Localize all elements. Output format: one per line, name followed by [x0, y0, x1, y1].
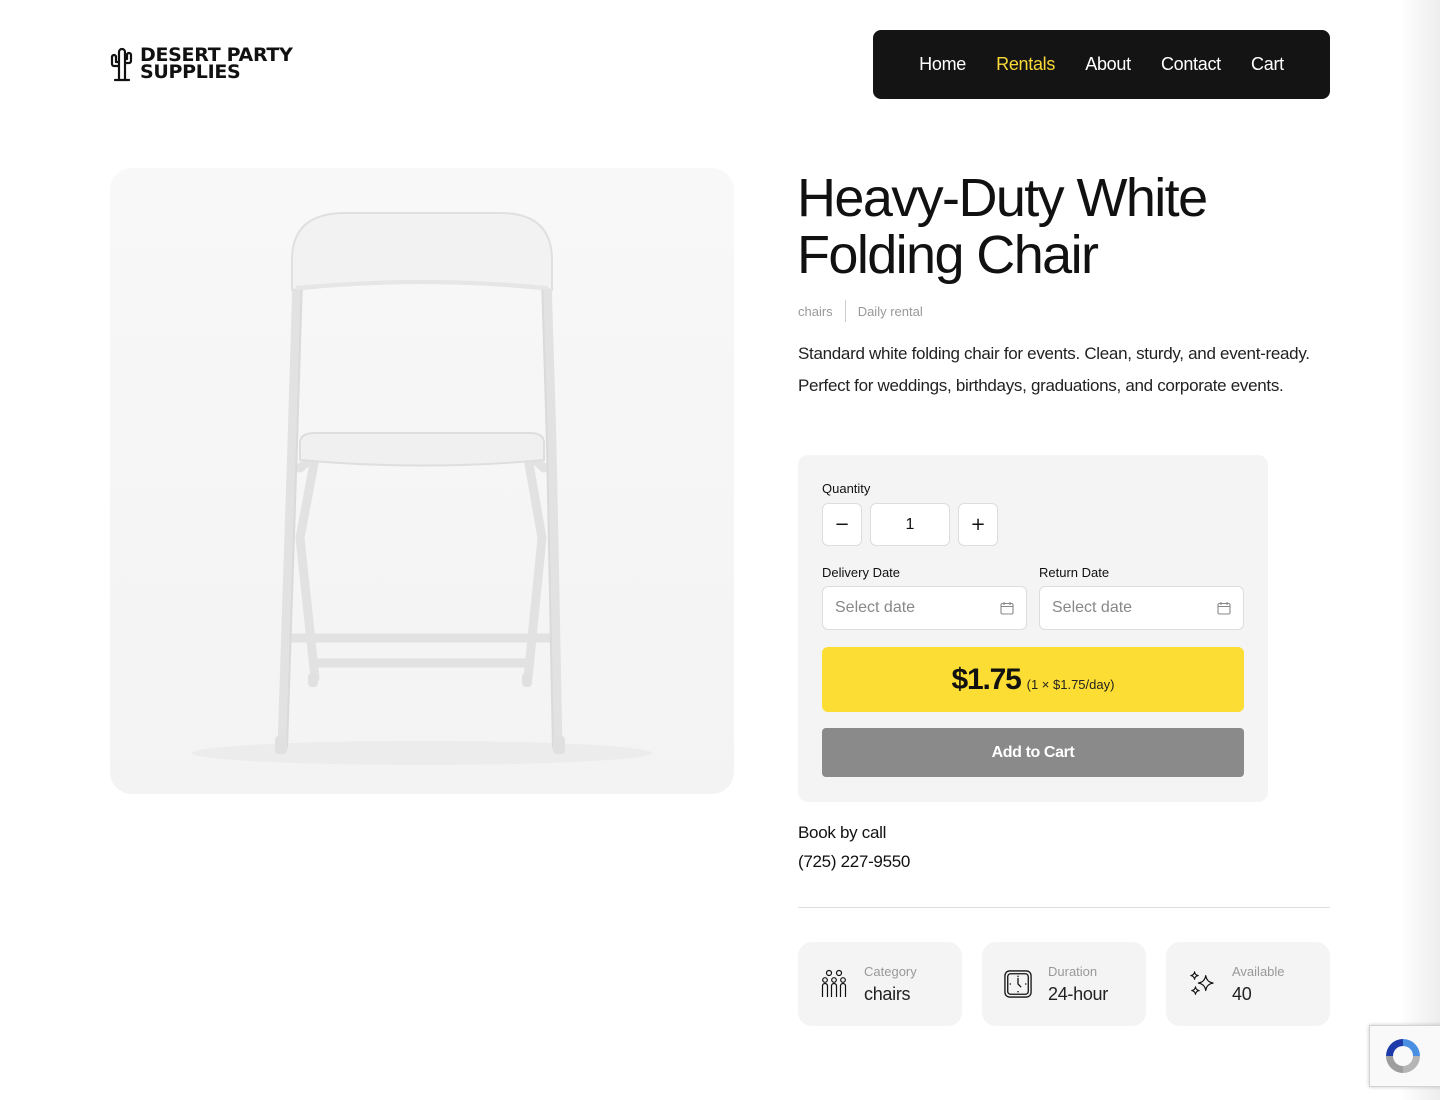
- nav-home[interactable]: Home: [919, 54, 966, 75]
- calendar-icon[interactable]: [1000, 601, 1014, 615]
- folding-chair-illustration: [110, 168, 734, 794]
- decrement-button[interactable]: −: [822, 503, 862, 546]
- main-nav: Home Rentals About Contact Cart: [873, 30, 1330, 99]
- price-summary: $1.75 (1 × $1.75/day): [822, 647, 1244, 712]
- stat-duration: Duration 24-hour: [982, 942, 1146, 1026]
- rental-type-tag: Daily rental: [857, 303, 923, 319]
- stat-available-value: 40: [1232, 983, 1252, 1004]
- calendar-icon[interactable]: [1217, 601, 1231, 615]
- recaptcha-badge[interactable]: [1369, 1025, 1440, 1087]
- increment-button[interactable]: +: [958, 503, 998, 546]
- nav-about[interactable]: About: [1085, 54, 1131, 75]
- recaptcha-icon: [1386, 1039, 1420, 1073]
- booking-panel: Quantity − + Delivery Date Select date R…: [798, 455, 1268, 802]
- total-price: $1.75: [951, 663, 1022, 696]
- meta-divider: [844, 300, 846, 322]
- product-description: Standard white folding chair for events.…: [798, 344, 1310, 395]
- brand-name: DESERT PARTY SUPPLIES: [140, 46, 293, 83]
- stat-available-label: Available: [1232, 963, 1285, 979]
- people-icon: [820, 969, 848, 998]
- brand-logo[interactable]: DESERT PARTY SUPPLIES: [108, 46, 293, 82]
- stat-category-value: chairs: [864, 983, 911, 1004]
- nav-cart[interactable]: Cart: [1251, 54, 1284, 75]
- brand-name-line2: SUPPLIES: [140, 61, 241, 83]
- book-by-call: Book by call (725) 227-9550: [798, 818, 910, 876]
- delivery-date-field[interactable]: Select date: [822, 586, 1027, 630]
- sparkle-icon: [1188, 970, 1216, 998]
- stat-duration-value: 24-hour: [1048, 983, 1108, 1004]
- book-by-call-label: Book by call: [798, 823, 887, 842]
- price-breakdown: (1 × $1.75/day): [1026, 677, 1115, 692]
- product-title: Heavy-Duty White Folding Chair: [797, 168, 1208, 285]
- return-date-label: Return Date: [1039, 565, 1110, 580]
- quantity-input[interactable]: [870, 503, 950, 546]
- phone-number[interactable]: (725) 227-9550: [798, 847, 910, 876]
- section-divider: [798, 907, 1330, 908]
- return-date-field[interactable]: Select date: [1039, 586, 1244, 630]
- clock-icon: [1004, 970, 1032, 998]
- quantity-label: Quantity: [822, 481, 871, 496]
- product-meta: chairs Daily rental: [798, 300, 923, 322]
- return-date-placeholder: Select date: [1052, 599, 1133, 616]
- delivery-date-placeholder: Select date: [835, 599, 916, 616]
- stat-category: Category chairs: [798, 942, 962, 1026]
- cactus-icon: [110, 47, 133, 82]
- nav-contact[interactable]: Contact: [1161, 54, 1221, 75]
- stat-duration-label: Duration: [1048, 963, 1098, 979]
- nav-rentals[interactable]: Rentals: [996, 54, 1055, 75]
- delivery-date-label: Delivery Date: [822, 565, 901, 580]
- stat-category-label: Category: [864, 963, 917, 979]
- stat-available: Available 40: [1166, 942, 1330, 1026]
- page-edge-shadow: [1400, 0, 1440, 1100]
- add-to-cart-button[interactable]: Add to Cart: [822, 728, 1244, 777]
- product-image: [110, 168, 734, 794]
- product-category-tag: chairs: [798, 303, 833, 319]
